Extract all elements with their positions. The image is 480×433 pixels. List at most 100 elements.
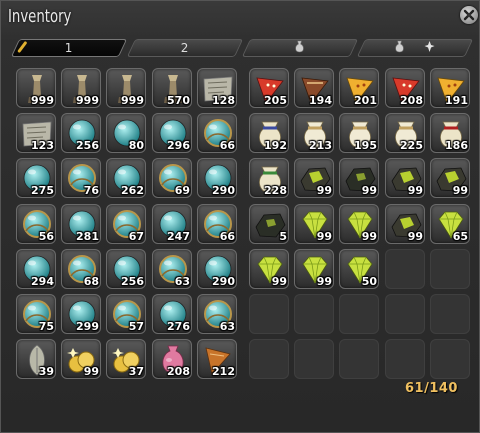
inventory-slot[interactable]: 128 [197, 68, 237, 108]
item-quantity: 99 [316, 275, 332, 288]
inventory-slot-empty[interactable] [339, 294, 379, 334]
item-quantity: 65 [452, 230, 468, 243]
inventory-slot[interactable]: 186 [430, 113, 470, 153]
item-quantity: 99 [452, 184, 468, 197]
inventory-slot-empty[interactable] [385, 249, 425, 289]
inventory-slot[interactable]: 208 [152, 339, 192, 379]
inventory-slot[interactable]: 65 [430, 204, 470, 244]
inventory-slot[interactable]: 63 [152, 249, 192, 289]
inventory-slot[interactable]: 37 [106, 339, 146, 379]
window-title: Inventory [8, 6, 72, 27]
inventory-slot[interactable]: 68 [61, 249, 101, 289]
inventory-slot[interactable]: 256 [61, 113, 101, 153]
item-quantity: 296 [167, 139, 190, 152]
item-quantity: 66 [219, 139, 235, 152]
inventory-slot[interactable]: 999 [61, 68, 101, 108]
item-quantity: 99 [361, 230, 377, 243]
inventory-slot[interactable]: 228 [249, 158, 289, 198]
inventory-slot[interactable]: 57 [106, 294, 146, 334]
inventory-slot[interactable]: 294 [16, 249, 56, 289]
inventory-slot-empty[interactable] [430, 249, 470, 289]
inventory-slot[interactable]: 276 [152, 294, 192, 334]
item-quantity: 195 [354, 139, 377, 152]
inventory-slot-empty[interactable] [430, 294, 470, 334]
item-quantity: 99 [83, 365, 99, 378]
item-quantity: 276 [167, 320, 190, 333]
item-quantity: 128 [212, 94, 235, 107]
inventory-slot[interactable]: 99 [385, 158, 425, 198]
item-quantity: 999 [31, 94, 54, 107]
tab-gil-bag-plus[interactable] [356, 39, 474, 58]
inventory-slot[interactable]: 213 [294, 113, 334, 153]
item-quantity: 99 [316, 230, 332, 243]
inventory-slot[interactable]: 80 [106, 113, 146, 153]
inventory-slot[interactable]: 50 [339, 249, 379, 289]
item-quantity: 201 [354, 94, 377, 107]
inventory-slot[interactable]: 570 [152, 68, 192, 108]
inventory-slot-empty[interactable] [430, 339, 470, 379]
inventory-slot[interactable]: 99 [294, 204, 334, 244]
inventory-slot[interactable]: 256 [106, 249, 146, 289]
inventory-slot[interactable]: 99 [61, 339, 101, 379]
inventory-slot[interactable]: 194 [294, 68, 334, 108]
item-quantity: 213 [309, 139, 332, 152]
inventory-slot[interactable]: 192 [249, 113, 289, 153]
tab-2[interactable]: 2 [126, 39, 244, 57]
inventory-slot[interactable]: 99 [249, 249, 289, 289]
inventory-slot[interactable]: 99 [294, 158, 334, 198]
close-icon[interactable] [460, 6, 478, 24]
inventory-slot[interactable]: 99 [339, 158, 379, 198]
inventory-slot-empty[interactable] [249, 339, 289, 379]
inventory-slot[interactable]: 66 [197, 113, 237, 153]
inventory-slot[interactable]: 5 [249, 204, 289, 244]
inventory-slot[interactable]: 201 [339, 68, 379, 108]
gil-bag-plus-icon [394, 40, 436, 58]
inventory-slot[interactable]: 247 [152, 204, 192, 244]
item-quantity: 205 [264, 94, 287, 107]
inventory-slot[interactable]: 191 [430, 68, 470, 108]
inventory-slot[interactable]: 99 [385, 204, 425, 244]
inventory-slot[interactable]: 99 [294, 249, 334, 289]
inventory-slot[interactable]: 67 [106, 204, 146, 244]
inventory-slot[interactable]: 63 [197, 294, 237, 334]
inventory-slot-empty[interactable] [294, 294, 334, 334]
inventory-slot[interactable]: 299 [61, 294, 101, 334]
inventory-slot[interactable]: 212 [197, 339, 237, 379]
inventory-slot[interactable]: 66 [197, 204, 237, 244]
tab-1[interactable]: 1 [10, 39, 128, 57]
inventory-slot-empty[interactable] [294, 339, 334, 379]
inventory-slot-empty[interactable] [385, 339, 425, 379]
inventory-slot[interactable]: 123 [16, 113, 56, 153]
item-quantity: 192 [264, 139, 287, 152]
inventory-slot[interactable]: 205 [249, 68, 289, 108]
tab-gil-bag[interactable] [241, 39, 359, 58]
inventory-slot[interactable]: 275 [16, 158, 56, 198]
inventory-slot[interactable]: 262 [106, 158, 146, 198]
inventory-slot-empty[interactable] [385, 294, 425, 334]
inventory-slot[interactable]: 76 [61, 158, 101, 198]
item-quantity: 208 [400, 94, 423, 107]
inventory-slot[interactable]: 999 [16, 68, 56, 108]
inventory-slot[interactable]: 290 [197, 158, 237, 198]
inventory-slot[interactable]: 56 [16, 204, 56, 244]
tab-2-label: 2 [180, 41, 189, 55]
inventory-slot[interactable]: 75 [16, 294, 56, 334]
inventory-slot[interactable]: 99 [430, 158, 470, 198]
item-quantity: 63 [174, 275, 190, 288]
inventory-slot[interactable]: 208 [385, 68, 425, 108]
item-quantity: 5 [279, 230, 287, 243]
inventory-slot-empty[interactable] [249, 294, 289, 334]
gil-bag-icon [294, 40, 306, 58]
inventory-slot[interactable]: 290 [197, 249, 237, 289]
inventory-slot[interactable]: 69 [152, 158, 192, 198]
inventory-slot[interactable]: 999 [106, 68, 146, 108]
inventory-slot[interactable]: 195 [339, 113, 379, 153]
inventory-slot[interactable]: 225 [385, 113, 425, 153]
item-quantity: 99 [407, 184, 423, 197]
inventory-slot[interactable]: 296 [152, 113, 192, 153]
item-quantity: 256 [76, 139, 99, 152]
inventory-slot[interactable]: 99 [339, 204, 379, 244]
inventory-slot[interactable]: 281 [61, 204, 101, 244]
inventory-slot-empty[interactable] [339, 339, 379, 379]
inventory-slot[interactable]: 39 [16, 339, 56, 379]
